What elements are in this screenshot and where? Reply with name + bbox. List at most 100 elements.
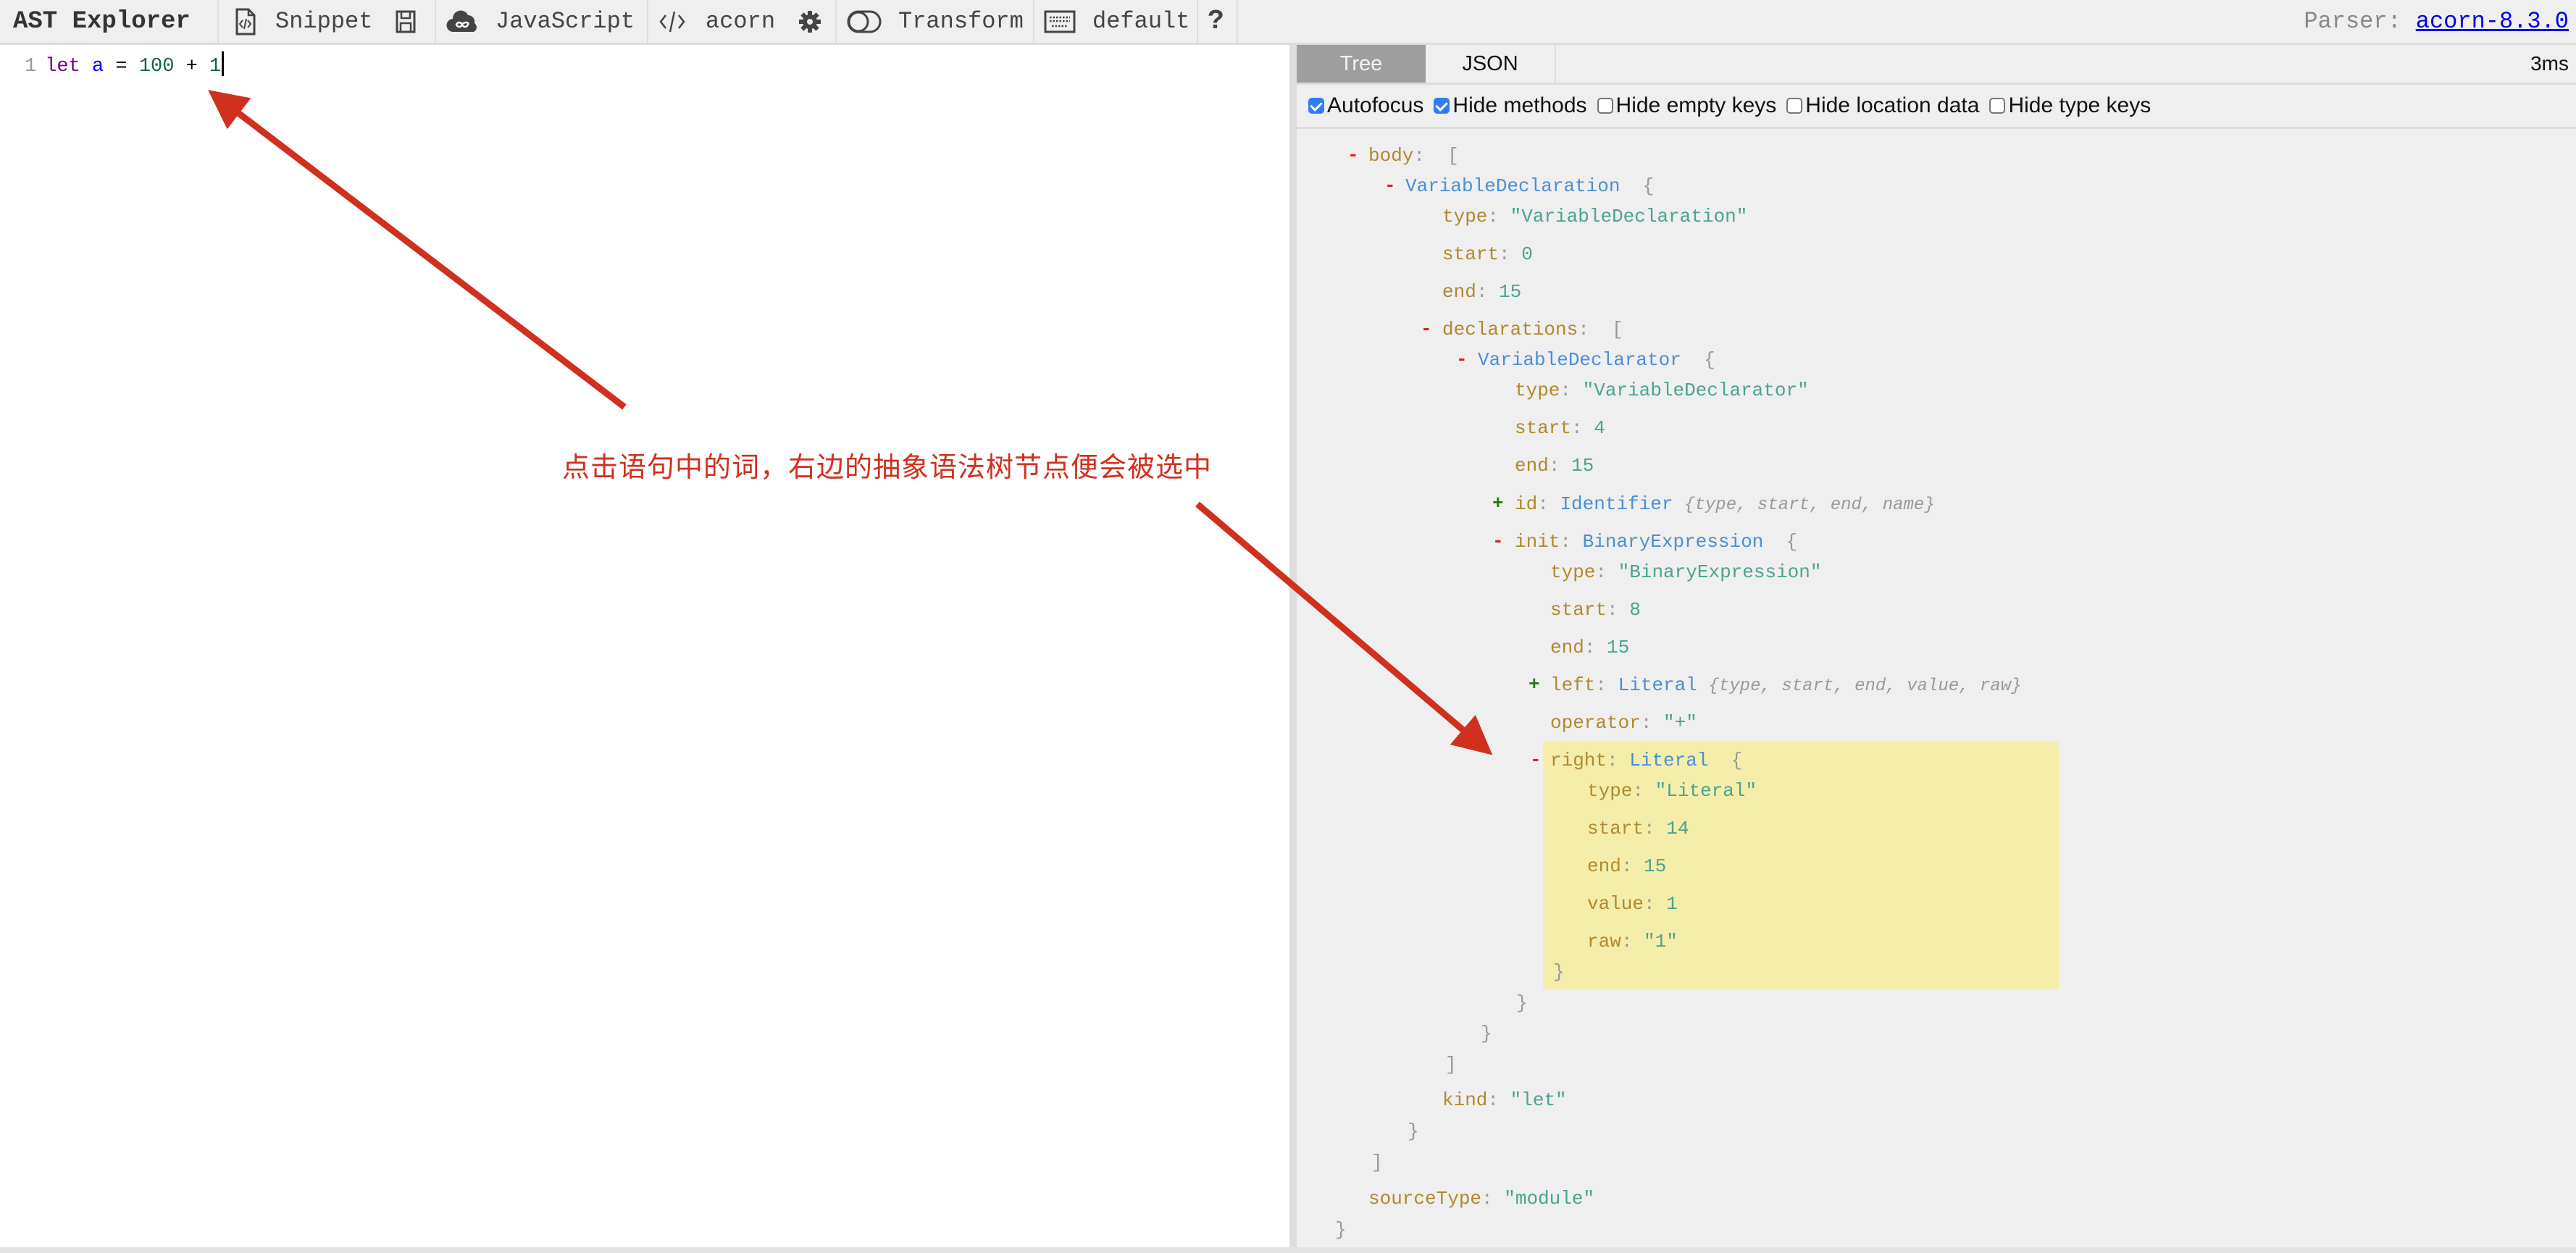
closing-brace: } — [1516, 992, 1528, 1014]
bracket: { — [1704, 349, 1715, 371]
transform-label: Transform — [898, 8, 1024, 35]
node-summary: {type, start, end, name} — [1684, 495, 1935, 515]
expand-toggle[interactable]: + — [1492, 493, 1504, 514]
parser-info-label: Parser: — [2304, 8, 2401, 35]
collapse-toggle[interactable]: - — [1456, 348, 1468, 370]
collapse-toggle[interactable]: - — [1530, 749, 1542, 771]
prop-colon: : — [1413, 145, 1426, 167]
snippet-button[interactable]: Snippet — [230, 0, 372, 43]
prop-colon: : — [1487, 1089, 1500, 1111]
tree-prop: kind: "let" — [1442, 1089, 1567, 1112]
tree-prop: start: 8 — [1550, 598, 1641, 621]
prop-key: type — [1550, 561, 1596, 583]
token-number[interactable]: 100 — [139, 56, 175, 77]
token-number[interactable]: 1 — [209, 56, 221, 77]
prop-colon: : — [1560, 531, 1572, 553]
tree-node-id[interactable]: id: Identifier {type, start, end, name} — [1515, 493, 1935, 516]
prop-key: type — [1442, 206, 1488, 227]
token-keyword[interactable]: let — [45, 56, 80, 77]
token-plus[interactable]: + — [186, 56, 198, 77]
number-value: 15 — [1607, 637, 1630, 658]
string-value: "module" — [1504, 1188, 1595, 1210]
prop-colon: : — [1595, 674, 1607, 696]
file-code-icon — [230, 7, 259, 36]
node-type: Literal — [1629, 750, 1709, 771]
number-value: 1 — [1666, 893, 1678, 915]
prop-key: id — [1515, 493, 1538, 515]
tree-node-init[interactable]: init: BinaryExpression { — [1515, 530, 1797, 553]
closing-brace: } — [1408, 1120, 1419, 1142]
code-line[interactable]: 1 let a = 100 + 1 — [25, 51, 225, 83]
tree-node-body[interactable]: body: [ — [1368, 144, 1459, 167]
tree-node-declarations[interactable]: declarations: [ — [1442, 318, 1623, 341]
prop-colon: : — [1621, 931, 1633, 952]
tree-prop: type: "Literal" — [1587, 779, 1757, 802]
transform-toggle[interactable]: Transform — [846, 0, 1024, 43]
tree-node-right-selected[interactable]: right: Literal { — [1550, 749, 1742, 772]
expand-toggle[interactable]: + — [1529, 674, 1540, 695]
help-button[interactable]: ? — [1208, 0, 1224, 43]
string-value: "let" — [1510, 1089, 1567, 1111]
number-value: 0 — [1521, 243, 1533, 265]
prop-key: left — [1550, 674, 1596, 696]
prop-colon: : — [1595, 561, 1607, 583]
number-value: 4 — [1594, 417, 1605, 439]
node-type: VariableDeclaration — [1405, 175, 1621, 197]
string-value: "+" — [1663, 712, 1697, 734]
closing-bracket: ] — [1371, 1152, 1383, 1173]
line-number: 1 — [25, 56, 37, 77]
tree-prop: operator: "+" — [1550, 711, 1697, 734]
prop-colon: : — [1537, 493, 1549, 515]
node-type: VariableDeclarator — [1478, 349, 1681, 371]
code-brackets-icon — [658, 7, 687, 36]
prop-key: right — [1550, 750, 1607, 771]
prop-colon: : — [1607, 599, 1618, 621]
tree-prop: type: "BinaryExpression" — [1550, 561, 1822, 584]
toolbar-divider — [835, 0, 837, 43]
language-select[interactable]: JavaScript — [446, 0, 635, 43]
bracket: [ — [1612, 319, 1623, 340]
prop-key: operator — [1550, 712, 1641, 734]
pane-resize-handle[interactable] — [1289, 45, 1297, 1247]
save-button[interactable] — [395, 0, 417, 43]
prop-colon: : — [1640, 712, 1652, 734]
collapse-toggle[interactable]: - — [1384, 175, 1396, 196]
output-panel: Tree JSON 3ms Autofocus Hide methods Hid… — [1297, 45, 2576, 1247]
bracket: { — [1731, 750, 1743, 771]
keyboard-icon — [1043, 7, 1076, 36]
closing-brace: } — [1335, 1219, 1347, 1241]
prop-colon: : — [1560, 380, 1572, 401]
gear-icon — [798, 7, 821, 36]
collapse-toggle[interactable]: - — [1347, 144, 1359, 166]
token-assign[interactable]: = — [115, 56, 127, 77]
toolbar-divider — [647, 0, 648, 43]
node-type: Identifier — [1560, 493, 1673, 515]
prop-key: declarations — [1442, 319, 1578, 340]
token-variable[interactable]: a — [92, 56, 104, 77]
parser-name-label: acorn — [706, 8, 776, 35]
prop-key: end — [1587, 855, 1621, 877]
parser-select[interactable]: acorn — [658, 0, 775, 43]
string-value: "1" — [1644, 931, 1678, 952]
prop-key: sourceType — [1368, 1188, 1482, 1210]
collapse-toggle[interactable]: - — [1421, 318, 1432, 340]
bottom-border — [0, 1247, 2576, 1253]
tree-node-left[interactable]: left: Literal {type, start, end, value, … — [1550, 674, 2022, 697]
parser-settings-button[interactable] — [798, 0, 821, 43]
keymap-label: default — [1092, 8, 1190, 35]
toolbar-divider — [435, 0, 436, 43]
toggle-icon — [846, 7, 882, 36]
keymap-select[interactable]: default — [1043, 0, 1189, 43]
tree-node-variable-declaration[interactable]: VariableDeclaration { — [1405, 175, 1654, 198]
collapse-toggle[interactable]: - — [1492, 530, 1504, 552]
number-value: 15 — [1644, 855, 1667, 877]
language-label: JavaScript — [495, 8, 635, 35]
prop-key: value — [1587, 893, 1644, 915]
tree-prop: end: 15 — [1442, 280, 1521, 303]
parser-version-link[interactable]: acorn-8.3.0 — [2416, 8, 2569, 35]
prop-colon: : — [1621, 855, 1633, 877]
tree-node-variable-declarator[interactable]: VariableDeclarator { — [1478, 348, 1715, 372]
prop-key: end — [1515, 455, 1549, 477]
number-value: 15 — [1499, 281, 1522, 303]
code-editor[interactable]: 1 let a = 100 + 1 — [0, 45, 1289, 1247]
